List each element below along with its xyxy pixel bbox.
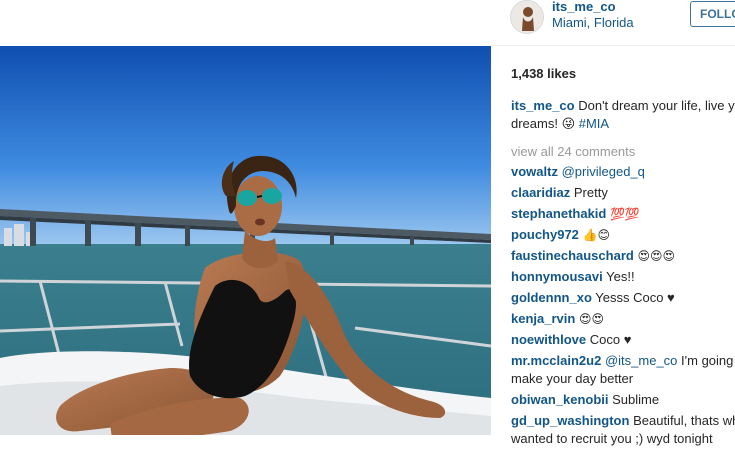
comment-username[interactable]: kenja_rvin	[511, 311, 575, 326]
comment-row: stephanethakid 💯💯	[511, 205, 735, 223]
comment-mention[interactable]: @privileged_q	[562, 164, 645, 179]
caption: its_me_co Don't dream your life, live yo…	[511, 97, 735, 133]
comment-text: Sublime	[612, 392, 660, 407]
comment-username[interactable]: noewithlove	[511, 332, 586, 347]
comment-row: kenja_rvin 😍😍	[511, 310, 735, 328]
caption-hashtag[interactable]: #MIA	[579, 116, 609, 131]
comment-mention[interactable]: @its_me_co	[605, 353, 677, 368]
comment-text: Yes!!	[606, 269, 635, 284]
post-location-link[interactable]: Miami, Florida	[552, 15, 634, 30]
comment-row: obiwan_kenobii Sublime	[511, 391, 735, 409]
comments-list: its_me_co Don't dream your life, live yo…	[511, 97, 735, 448]
post-header: its_me_co Miami, Florida FOLLOW	[491, 0, 735, 46]
comment-row: goldennn_xo Yesss Coco ♥	[511, 289, 735, 307]
comment-username[interactable]: gd_up_washington	[511, 413, 629, 428]
comment-username[interactable]: mr.mcclain2u2	[511, 353, 601, 368]
comment-username[interactable]: faustinechauschard	[511, 248, 634, 263]
comment-text: 👍😊	[582, 228, 610, 242]
post-sidebar: its_me_co Miami, Florida FOLLOW 1,438 li…	[491, 0, 735, 459]
comment-row: pouchy972 👍😊	[511, 226, 735, 244]
view-all-comments-link[interactable]: view all 24 comments	[511, 143, 735, 161]
avatar[interactable]	[510, 0, 544, 34]
comment-text: Coco ♥	[589, 332, 632, 347]
comment-text: Yesss Coco ♥	[595, 290, 675, 305]
comment-username[interactable]: obiwan_kenobii	[511, 392, 609, 407]
comment-username[interactable]: stephanethakid	[511, 206, 606, 221]
post-photo[interactable]	[0, 46, 491, 435]
comment-row: noewithlove Coco ♥	[511, 331, 735, 349]
comment-text: 😍😍😍	[637, 249, 675, 263]
follow-button[interactable]: FOLLOW	[690, 1, 735, 27]
comment-text: 💯💯	[609, 207, 640, 221]
comment-text: 😍😍	[578, 312, 604, 326]
comment-text: Pretty	[573, 185, 608, 200]
comment-username[interactable]: pouchy972	[511, 227, 579, 242]
likes-count[interactable]: 1,438 likes	[511, 66, 576, 81]
caption-username[interactable]: its_me_co	[511, 98, 575, 113]
comment-row: gd_up_washington Beautiful, thats why I …	[511, 412, 735, 448]
comment-row: mr.mcclain2u2 @its_me_co I'm going to ma…	[511, 352, 735, 388]
comment-row: faustinechauschard 😍😍😍	[511, 247, 735, 265]
comment-username[interactable]: goldennn_xo	[511, 290, 592, 305]
comment-username[interactable]: honnymousavi	[511, 269, 603, 284]
post-photo-image	[0, 46, 491, 435]
comment-username[interactable]: claaridiaz	[511, 185, 570, 200]
comment-row: vowaltz @privileged_q	[511, 163, 735, 181]
post-username-link[interactable]: its_me_co	[552, 0, 616, 13]
avatar-image	[511, 1, 543, 33]
comment-row: honnymousavi Yes!!	[511, 268, 735, 286]
comment-row: claaridiaz Pretty	[511, 184, 735, 202]
comment-username[interactable]: vowaltz	[511, 164, 558, 179]
